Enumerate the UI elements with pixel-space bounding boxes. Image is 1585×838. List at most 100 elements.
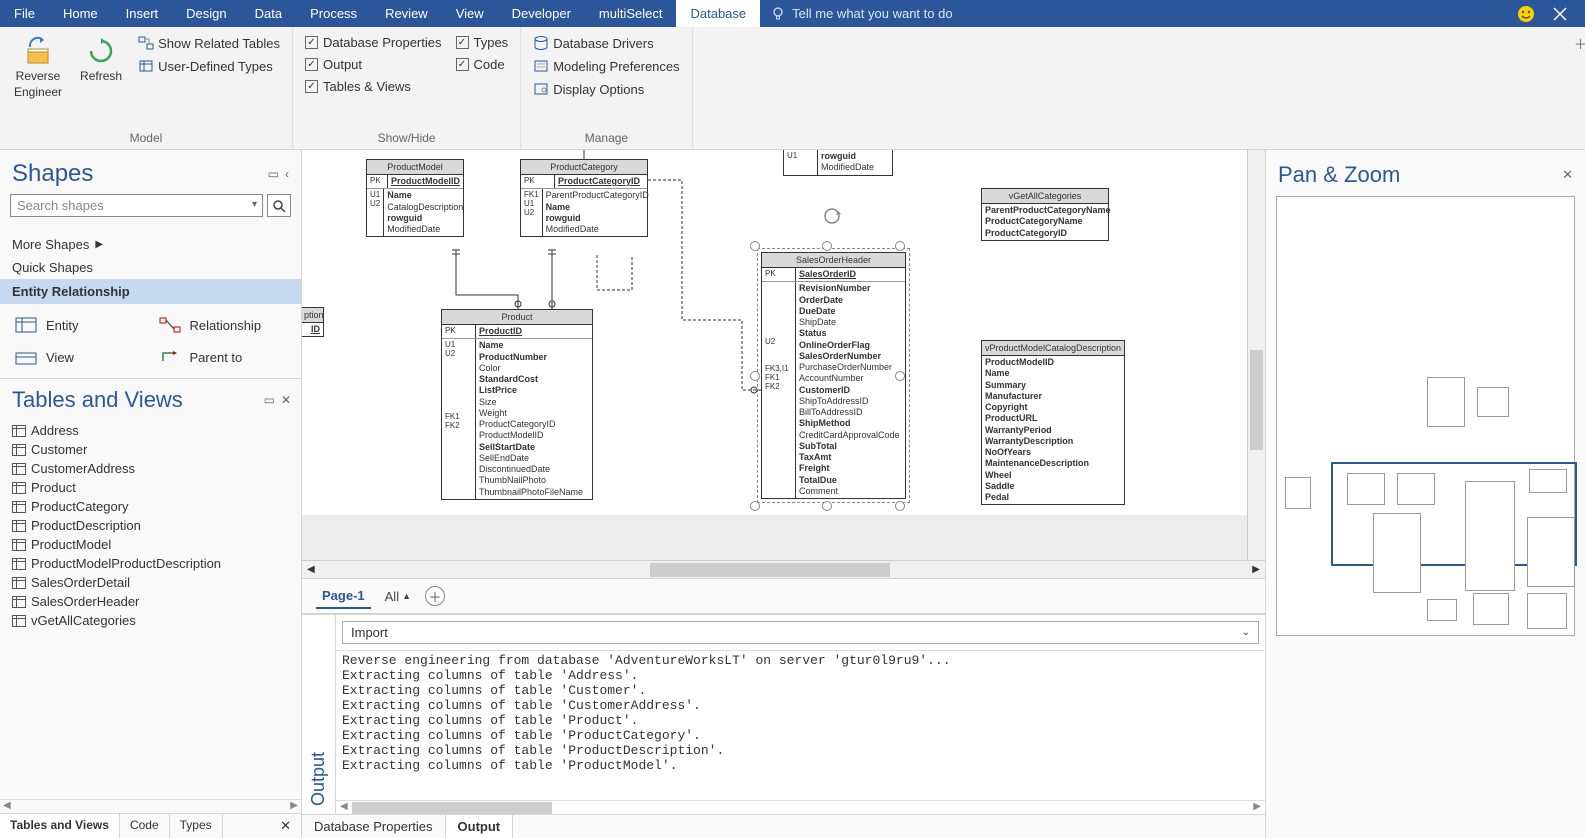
selection-handle[interactable]: [895, 241, 905, 251]
tell-me-search[interactable]: Tell me what you want to do: [760, 0, 1517, 27]
table-item[interactable]: Address: [0, 421, 301, 440]
menu-database[interactable]: Database: [676, 0, 760, 27]
entity-SalesOrderHeader[interactable]: SalesOrderHeaderPKSalesOrderID U2 FK3,I1…: [761, 252, 906, 499]
vertical-scrollbar[interactable]: [1247, 150, 1265, 560]
entity-Product[interactable]: ProductPKProductIDU1 U2 FK1 FK2NameProdu…: [441, 309, 593, 500]
canvas-viewport[interactable]: ptionID ProductModelPKProductModelIDU1 U2…: [302, 150, 1265, 560]
table-item[interactable]: ProductDescription: [0, 516, 301, 535]
table-item[interactable]: SalesOrderHeader: [0, 592, 301, 611]
entity-relationship-category[interactable]: Entity Relationship: [0, 279, 301, 304]
relationship-icon: [158, 316, 182, 334]
table-item[interactable]: ProductModel: [0, 535, 301, 554]
tv-tab-code[interactable]: Code: [120, 814, 170, 838]
table-item[interactable]: ProductCategory: [0, 497, 301, 516]
table-item[interactable]: Customer: [0, 440, 301, 459]
pan-zoom-panel: Pan & Zoom ✕ ＋: [1265, 150, 1585, 838]
database-drivers-button[interactable]: Database Drivers: [529, 33, 683, 53]
cb-types[interactable]: ✓Types: [452, 33, 513, 52]
menu-data[interactable]: Data: [241, 0, 296, 27]
table-icon: [12, 539, 26, 551]
show-related-tables-button[interactable]: Show Related Tables: [134, 33, 284, 53]
shape-relationship[interactable]: Relationship: [154, 312, 292, 338]
menu-view[interactable]: View: [442, 0, 498, 27]
output-dropdown[interactable]: Import⌄: [342, 621, 1259, 644]
selection-handle[interactable]: [822, 241, 832, 251]
add-page-button[interactable]: ＋: [425, 586, 445, 606]
menu-insert[interactable]: Insert: [112, 0, 173, 27]
smiley-icon[interactable]: [1517, 5, 1535, 23]
pan-zoom-canvas[interactable]: [1276, 196, 1575, 636]
tv-tab-close[interactable]: ✕: [270, 814, 301, 838]
shapes-search-button[interactable]: [267, 194, 291, 217]
bottom-tabs: Database Properties Output: [302, 814, 1265, 838]
table-icon: [12, 577, 26, 589]
menu-home[interactable]: Home: [49, 0, 112, 27]
tv-tab-tables[interactable]: Tables and Views: [0, 814, 120, 838]
user-defined-types-button[interactable]: User-Defined Types: [134, 56, 284, 76]
selection-handle[interactable]: [750, 241, 760, 251]
entity-address-partial[interactable]: U1rowguidModifiedDate: [783, 150, 893, 176]
window-arrange-icon[interactable]: ▭: [268, 167, 279, 181]
bottom-tab-output[interactable]: Output: [446, 815, 514, 838]
reverse-engineer-button[interactable]: Reverse Engineer: [8, 31, 68, 129]
tables-views-list[interactable]: AddressCustomerCustomerAddressProductPro…: [0, 417, 301, 799]
ribbon-group-manage: Database Drivers Modeling Preferences Di…: [521, 27, 692, 149]
entity-productdescription[interactable]: ptionID: [302, 307, 324, 337]
tv-window-icon[interactable]: ▭: [264, 393, 275, 407]
menu-developer[interactable]: Developer: [498, 0, 585, 27]
show-related-label: Show Related Tables: [158, 36, 280, 51]
entity-vProductModelCatalogDescription[interactable]: vProductModelCatalogDescriptionProductMo…: [981, 340, 1125, 505]
display-icon: [533, 81, 549, 97]
bottom-tab-db-props[interactable]: Database Properties: [302, 815, 446, 838]
selection-handle[interactable]: [750, 501, 760, 511]
close-icon[interactable]: [1553, 7, 1567, 21]
scroll-right-icon[interactable]: ▶: [287, 800, 301, 813]
tell-me-label: Tell me what you want to do: [792, 6, 952, 21]
menu-multiselect[interactable]: multiSelect: [585, 0, 677, 27]
table-icon: [12, 558, 26, 570]
selection-handle[interactable]: [822, 501, 832, 511]
table-item[interactable]: ProductModelProductDescription: [0, 554, 301, 573]
shapes-search-input[interactable]: Search shapes: [10, 194, 263, 217]
entity-ProductCategory[interactable]: ProductCategoryPKProductCategoryIDFK1 U1…: [520, 159, 648, 237]
refresh-button[interactable]: Refresh: [74, 31, 128, 129]
table-item[interactable]: SalesOrderDetail: [0, 573, 301, 592]
display-options-button[interactable]: Display Options: [529, 79, 683, 99]
selection-handle[interactable]: [895, 501, 905, 511]
scroll-left-icon[interactable]: ◀: [0, 800, 14, 813]
table-item[interactable]: Product: [0, 478, 301, 497]
modeling-preferences-button[interactable]: Modeling Preferences: [529, 56, 683, 76]
tables-views-panel: Tables and Views ▭ ✕ AddressCustomerCusto…: [0, 378, 301, 838]
quick-shapes-link[interactable]: Quick Shapes: [0, 256, 301, 279]
caret-up-icon: ▲: [402, 591, 411, 601]
pz-add-icon[interactable]: ＋: [1574, 34, 1585, 53]
page-all-tab[interactable]: All▲: [385, 589, 411, 604]
menu-design[interactable]: Design: [172, 0, 240, 27]
table-icon: [12, 482, 26, 494]
menu-process[interactable]: Process: [296, 0, 371, 27]
cb-database-properties[interactable]: ✓Database Properties: [301, 33, 446, 52]
selection-handle[interactable]: [750, 371, 760, 381]
page-tab-1[interactable]: Page-1: [316, 584, 371, 609]
shape-view[interactable]: View: [10, 344, 148, 370]
cb-tables-views[interactable]: ✓Tables & Views: [301, 77, 446, 96]
collapse-icon[interactable]: ‹: [285, 167, 289, 181]
table-item[interactable]: vGetAllCategories: [0, 611, 301, 630]
entity-vGetAllCategories[interactable]: vGetAllCategoriesParentProductCategoryNa…: [981, 188, 1109, 241]
menu-file[interactable]: File: [0, 0, 49, 27]
cb-code[interactable]: ✓Code: [452, 55, 513, 74]
shape-entity[interactable]: Entity: [10, 312, 148, 338]
cb-output[interactable]: ✓Output: [301, 55, 446, 74]
rotate-handle[interactable]: [822, 206, 842, 226]
output-log[interactable]: Reverse engineering from database 'Adven…: [336, 650, 1265, 800]
shape-parent-to[interactable]: Parent to: [154, 344, 292, 370]
horizontal-scrollbar[interactable]: ◀▶: [302, 560, 1265, 578]
menu-review[interactable]: Review: [371, 0, 442, 27]
selection-handle[interactable]: [895, 371, 905, 381]
pz-close-icon[interactable]: ✕: [1562, 167, 1573, 183]
more-shapes-link[interactable]: More Shapes ▶: [0, 233, 301, 256]
table-item[interactable]: CustomerAddress: [0, 459, 301, 478]
tv-close-icon[interactable]: ✕: [281, 393, 291, 407]
tv-tab-types[interactable]: Types: [170, 814, 223, 838]
entity-ProductModel[interactable]: ProductModelPKProductModelIDU1 U2NameCat…: [366, 159, 464, 237]
